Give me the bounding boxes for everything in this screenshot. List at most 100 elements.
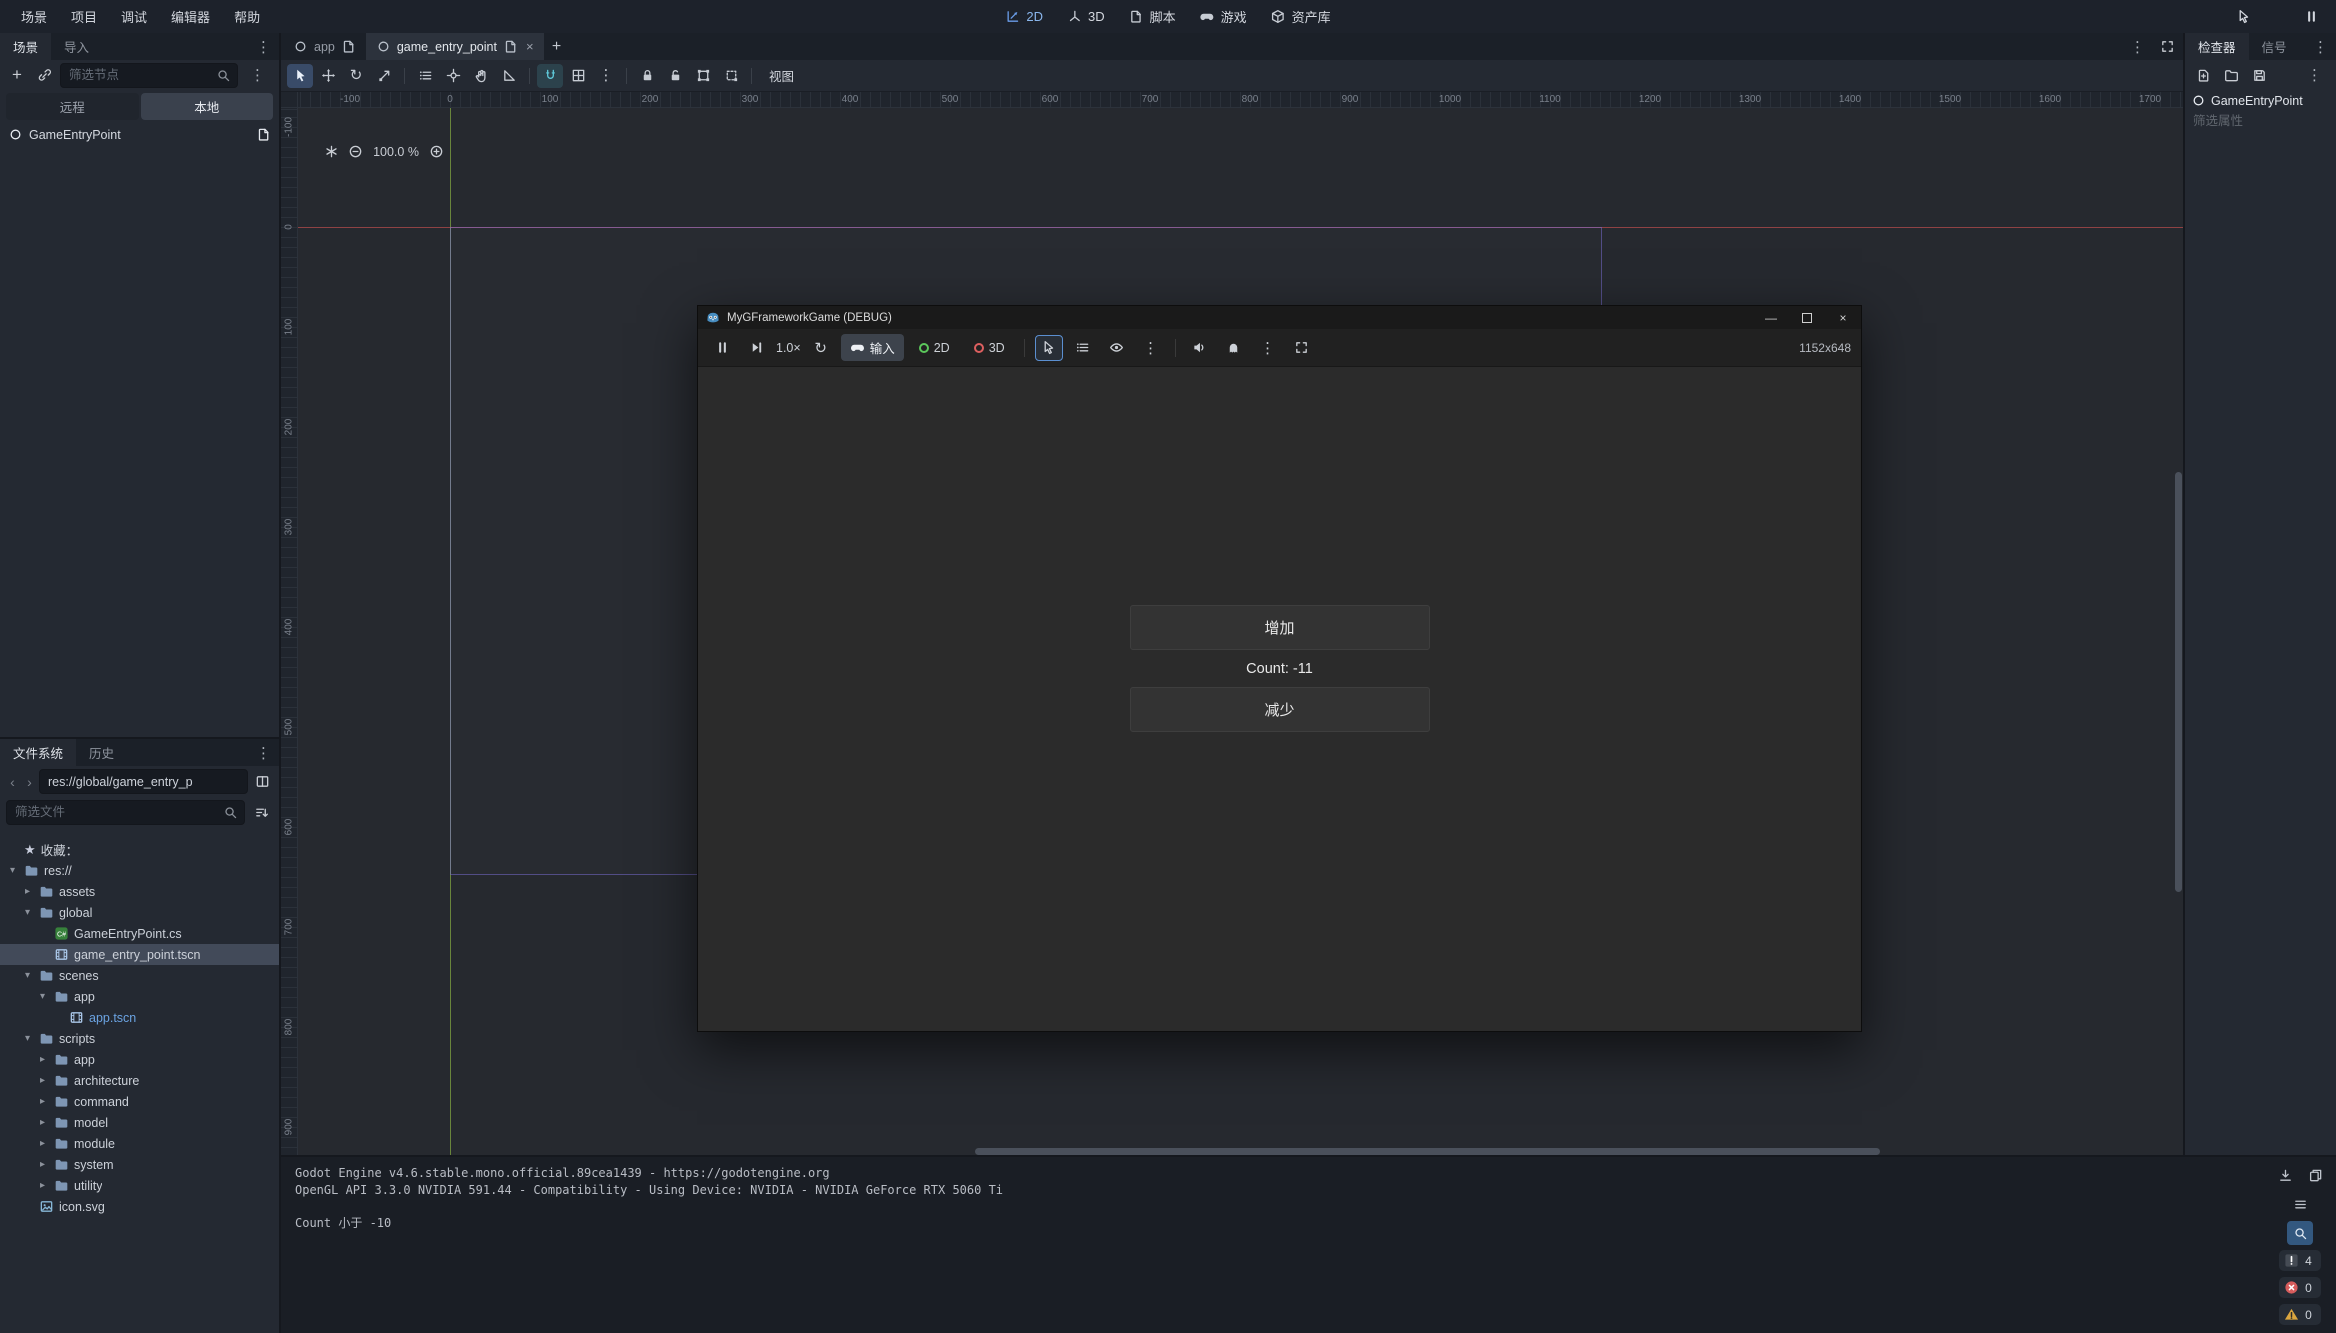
- workspace-3d[interactable]: 3D: [1057, 5, 1115, 28]
- tab-signals[interactable]: 信号: [2249, 33, 2300, 60]
- workspace-script[interactable]: 脚本: [1119, 3, 1186, 30]
- close-button[interactable]: ×: [1825, 306, 1861, 329]
- tab-import[interactable]: 导入: [51, 33, 102, 60]
- embed-fullscreen-button[interactable]: [1288, 335, 1316, 361]
- lock-selected-button[interactable]: [634, 64, 660, 88]
- split-view-icon[interactable]: [250, 770, 274, 794]
- attached-script-icon[interactable]: [256, 127, 271, 142]
- errors-badge[interactable]: 0: [2279, 1277, 2321, 1298]
- local-button[interactable]: 本地: [141, 93, 274, 120]
- list-select-tool-button[interactable]: [412, 64, 438, 88]
- fs-item-app[interactable]: ▸app: [0, 1049, 279, 1070]
- snap-options-button[interactable]: ⋮: [593, 64, 619, 88]
- close-tab-icon[interactable]: ×: [526, 39, 534, 54]
- selection-list-button[interactable]: [1069, 335, 1097, 361]
- scale-tool-button[interactable]: [371, 64, 397, 88]
- scene-tabs-menu-icon[interactable]: ⋮: [2122, 38, 2153, 56]
- filter-files-input[interactable]: [13, 804, 219, 820]
- grid-snap-toggle-button[interactable]: [565, 64, 591, 88]
- expand-arrow-icon[interactable]: ▾: [36, 991, 49, 1002]
- fs-item-game-entry-point-tscn[interactable]: game_entry_point.tscn: [0, 944, 279, 965]
- restart-scene-button[interactable]: [2262, 5, 2292, 29]
- expand-arrow-icon[interactable]: ▸: [36, 1075, 49, 1086]
- scene-script-icon[interactable]: [341, 39, 356, 54]
- add-node-icon[interactable]: +: [6, 65, 28, 85]
- tab-inspector[interactable]: 检查器: [2185, 33, 2249, 60]
- view-menu-button[interactable]: 视图: [759, 63, 804, 88]
- scene-script-icon[interactable]: [503, 39, 518, 54]
- new-resource-icon[interactable]: [2191, 63, 2215, 87]
- input-mode-button[interactable]: 输入: [841, 334, 904, 361]
- time-scale-label[interactable]: 1.0×: [776, 341, 801, 355]
- inspected-node-row[interactable]: GameEntryPoint: [2185, 90, 2336, 111]
- expand-arrow-icon[interactable]: ▾: [21, 1033, 34, 1044]
- select-tool-button[interactable]: [287, 64, 313, 88]
- fs-item-utility[interactable]: ▸utility: [0, 1175, 279, 1196]
- more-options-button[interactable]: ⋮: [1254, 335, 1282, 361]
- smart-snap-toggle-button[interactable]: [537, 64, 563, 88]
- menu-project[interactable]: 项目: [60, 3, 108, 30]
- suspend-button[interactable]: [708, 335, 736, 361]
- expand-arrow-icon[interactable]: ▾: [21, 907, 34, 918]
- zoom-level-label[interactable]: 100.0 %: [372, 145, 420, 159]
- remote-button[interactable]: 远程: [6, 93, 139, 120]
- pan-tool-button[interactable]: [468, 64, 494, 88]
- decrease-button[interactable]: 减少: [1130, 687, 1430, 732]
- scene-tab-app[interactable]: app: [283, 33, 366, 60]
- node-picker-button[interactable]: [1035, 335, 1063, 361]
- scene-dock-menu-icon[interactable]: ⋮: [248, 33, 279, 60]
- current-path-input[interactable]: [46, 774, 241, 790]
- zoom-out-button[interactable]: [348, 144, 363, 159]
- fs-item-app[interactable]: ▾app: [0, 986, 279, 1007]
- fs-item-scripts[interactable]: ▾scripts: [0, 1028, 279, 1049]
- fs-item-res[interactable]: ▾res://: [0, 860, 279, 881]
- fs-item-scenes[interactable]: ▾scenes: [0, 965, 279, 986]
- minimize-button[interactable]: —: [1753, 306, 1789, 329]
- menu-help[interactable]: 帮助: [223, 3, 271, 30]
- asterisk-icon[interactable]: [324, 144, 339, 159]
- fs-item-global[interactable]: ▾global: [0, 902, 279, 923]
- sort-files-icon[interactable]: [249, 800, 273, 824]
- camera-2d-button[interactable]: 2D: [910, 337, 959, 359]
- maximize-button[interactable]: [1789, 306, 1825, 329]
- expand-arrow-icon[interactable]: ▸: [36, 1180, 49, 1191]
- visibility-button[interactable]: [1103, 335, 1131, 361]
- scene-tree-node-gameentrypoint[interactable]: GameEntryPoint: [0, 123, 279, 146]
- instance-scene-icon[interactable]: [32, 63, 56, 87]
- debug-overlay-button[interactable]: [1220, 335, 1248, 361]
- scene-tab-game-entry-point[interactable]: game_entry_point ×: [366, 33, 544, 60]
- fs-item-module[interactable]: ▸module: [0, 1133, 279, 1154]
- filesystem-menu-icon[interactable]: ⋮: [248, 739, 279, 766]
- camera-3d-button[interactable]: 3D: [965, 337, 1014, 359]
- expand-arrow-icon[interactable]: ▸: [36, 1138, 49, 1149]
- scene-tree-menu-icon[interactable]: ⋮: [242, 66, 273, 84]
- expand-arrow-icon[interactable]: ▸: [36, 1159, 49, 1170]
- filter-nodes-input[interactable]: [67, 67, 212, 83]
- mute-audio-button[interactable]: [1186, 335, 1214, 361]
- ruler-tool-button[interactable]: [496, 64, 522, 88]
- zoom-in-button[interactable]: [429, 144, 444, 159]
- group-selected-button[interactable]: [690, 64, 716, 88]
- save-log-button[interactable]: [2272, 1163, 2298, 1187]
- filter-properties-input[interactable]: [2191, 113, 2330, 129]
- expand-viewport-icon[interactable]: [2155, 35, 2179, 59]
- game-window-titlebar[interactable]: MyGFrameworkGame (DEBUG) — ×: [698, 306, 1861, 329]
- move-tool-button[interactable]: [315, 64, 341, 88]
- expand-arrow-icon[interactable]: ▸: [36, 1054, 49, 1065]
- viewport-vertical-scrollbar[interactable]: [2175, 472, 2182, 892]
- expand-arrow-icon[interactable]: ▾: [6, 865, 19, 876]
- fs-item-command[interactable]: ▸command: [0, 1091, 279, 1112]
- reset-time-scale-button[interactable]: ↻: [807, 335, 835, 361]
- workspace-assetlib[interactable]: 资产库: [1261, 3, 1341, 30]
- tab-filesystem[interactable]: 文件系统: [0, 739, 76, 766]
- forward-icon[interactable]: ›: [22, 774, 37, 790]
- viewport-horizontal-scrollbar[interactable]: [975, 1148, 1880, 1155]
- menu-scene[interactable]: 场景: [10, 3, 58, 30]
- fs-item-icon-svg[interactable]: icon.svg: [0, 1196, 279, 1217]
- fs-item-app-tscn[interactable]: app.tscn: [0, 1007, 279, 1028]
- pivot-tool-button[interactable]: [440, 64, 466, 88]
- fs-item-system[interactable]: ▸system: [0, 1154, 279, 1175]
- resource-menu-icon[interactable]: ⋮: [2299, 66, 2330, 84]
- copy-log-button[interactable]: [2302, 1163, 2328, 1187]
- ungroup-selected-button[interactable]: [718, 64, 744, 88]
